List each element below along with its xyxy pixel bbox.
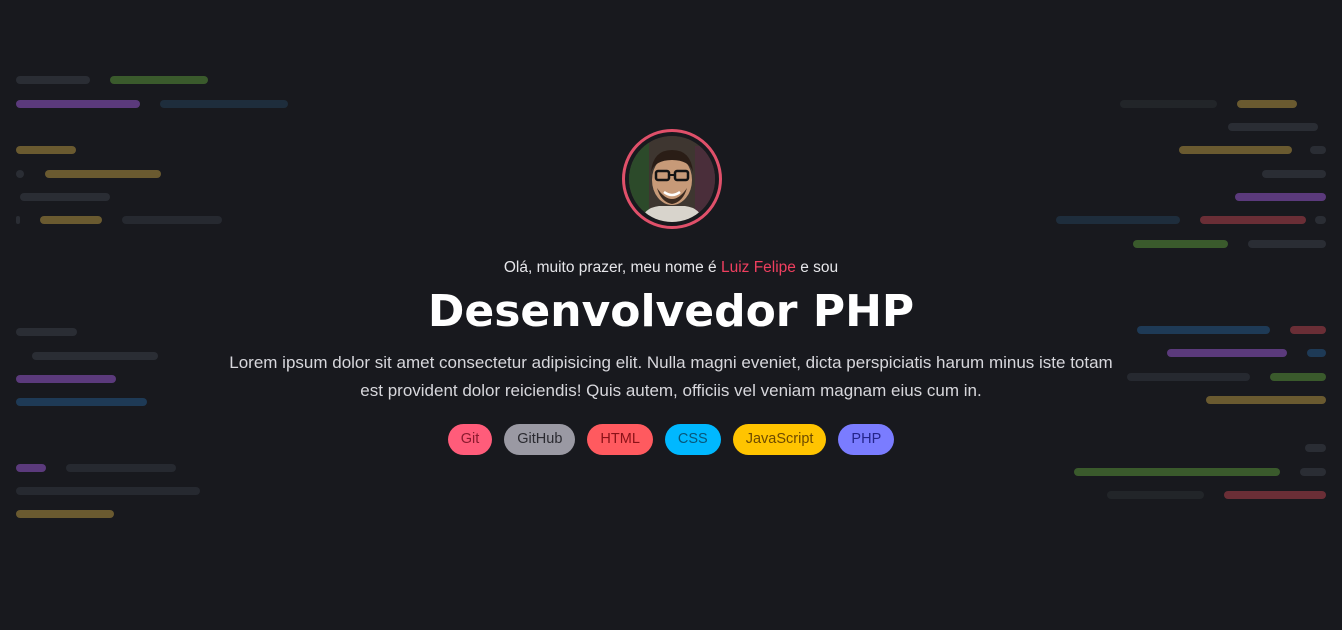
page-title: Desenvolvedor PHP (427, 286, 915, 337)
intro-text: Olá, muito prazer, meu nome é Luiz Felip… (0, 259, 1342, 277)
intro-suffix: e sou (800, 259, 839, 276)
tag-git[interactable]: Git (447, 424, 493, 455)
person-illustration (629, 136, 715, 222)
tag-javascript[interactable]: JavaScript (732, 424, 827, 455)
tag-html[interactable]: HTML (587, 424, 653, 455)
tag-php[interactable]: PHP (838, 424, 895, 455)
hero-description: Lorem ipsum dolor sit amet consectetur a… (229, 353, 1113, 400)
tag-css[interactable]: CSS (664, 424, 721, 455)
skill-tags: Git GitHub HTML CSS JavaScript PHP (0, 424, 1342, 455)
author-name: Luiz Felipe (720, 259, 796, 276)
profile-photo (629, 136, 715, 222)
hero-content: Olá, muito prazer, meu nome é Luiz Felip… (0, 0, 1342, 630)
avatar (622, 129, 722, 229)
tag-github[interactable]: GitHub (504, 424, 576, 455)
hero-section: Olá, muito prazer, meu nome é Luiz Felip… (0, 0, 1342, 630)
intro-prefix: Olá, muito prazer, meu nome é (503, 259, 717, 276)
